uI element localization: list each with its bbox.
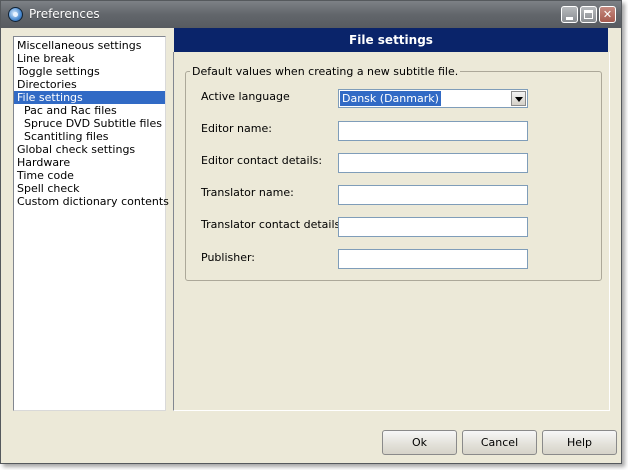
translator-contact-label: Translator contact details: — [201, 218, 344, 231]
tree-item-custom-dictionary[interactable]: Custom dictionary contents — [14, 195, 169, 208]
close-button[interactable]: ✕ — [599, 6, 616, 23]
tree-item-time-code[interactable]: Time code — [14, 169, 165, 182]
publisher-label: Publisher: — [201, 251, 256, 264]
active-language-select[interactable]: Dansk (Danmark) — [338, 89, 528, 108]
tree-item-line-break[interactable]: Line break — [14, 52, 165, 65]
settings-tree[interactable]: Miscellaneous settings Line break Toggle… — [13, 36, 169, 411]
active-language-label: Active language — [201, 90, 290, 103]
tree-item-toggle-settings[interactable]: Toggle settings — [14, 65, 165, 78]
editor-contact-label: Editor contact details: — [201, 154, 323, 167]
close-icon: ✕ — [602, 8, 613, 21]
tree-item-spell-check[interactable]: Spell check — [14, 182, 165, 195]
translator-name-input[interactable] — [338, 185, 528, 205]
tree-item-hardware[interactable]: Hardware — [14, 156, 165, 169]
tree-item-file-settings[interactable]: File settings — [14, 91, 165, 104]
editor-name-input[interactable] — [338, 121, 528, 141]
translator-name-label: Translator name: — [201, 186, 294, 199]
minimize-button[interactable] — [561, 6, 578, 23]
tree-item-spruce-dvd-files[interactable]: Spruce DVD Subtitle files — [14, 117, 165, 130]
tree-item-directories[interactable]: Directories — [14, 78, 165, 91]
translator-contact-input[interactable] — [338, 217, 528, 237]
tree-item-pac-rac-files[interactable]: Pac and Rac files — [14, 104, 165, 117]
title-bar[interactable]: Preferences ✕ — [1, 1, 621, 28]
maximize-icon — [584, 10, 593, 19]
editor-name-label: Editor name: — [201, 122, 272, 135]
tree-item-scantitling-files[interactable]: Scantitling files — [14, 130, 165, 143]
tree-item-miscellaneous-settings[interactable]: Miscellaneous settings — [14, 39, 165, 52]
ok-button[interactable]: Ok — [382, 430, 457, 455]
window-title: Preferences — [29, 7, 100, 21]
maximize-button[interactable] — [580, 6, 597, 23]
help-button[interactable]: Help — [542, 430, 617, 455]
active-language-value: Dansk (Danmark) — [340, 91, 441, 106]
app-icon — [8, 7, 23, 22]
publisher-input[interactable] — [338, 249, 528, 269]
panel-title: File settings — [174, 28, 608, 52]
tree-item-global-check-settings[interactable]: Global check settings — [14, 143, 165, 156]
dropdown-arrow-icon[interactable] — [511, 91, 526, 106]
editor-contact-input[interactable] — [338, 153, 528, 173]
groupbox-label: Default values when creating a new subti… — [190, 65, 461, 78]
minimize-icon — [566, 17, 573, 20]
cancel-button[interactable]: Cancel — [462, 430, 537, 455]
